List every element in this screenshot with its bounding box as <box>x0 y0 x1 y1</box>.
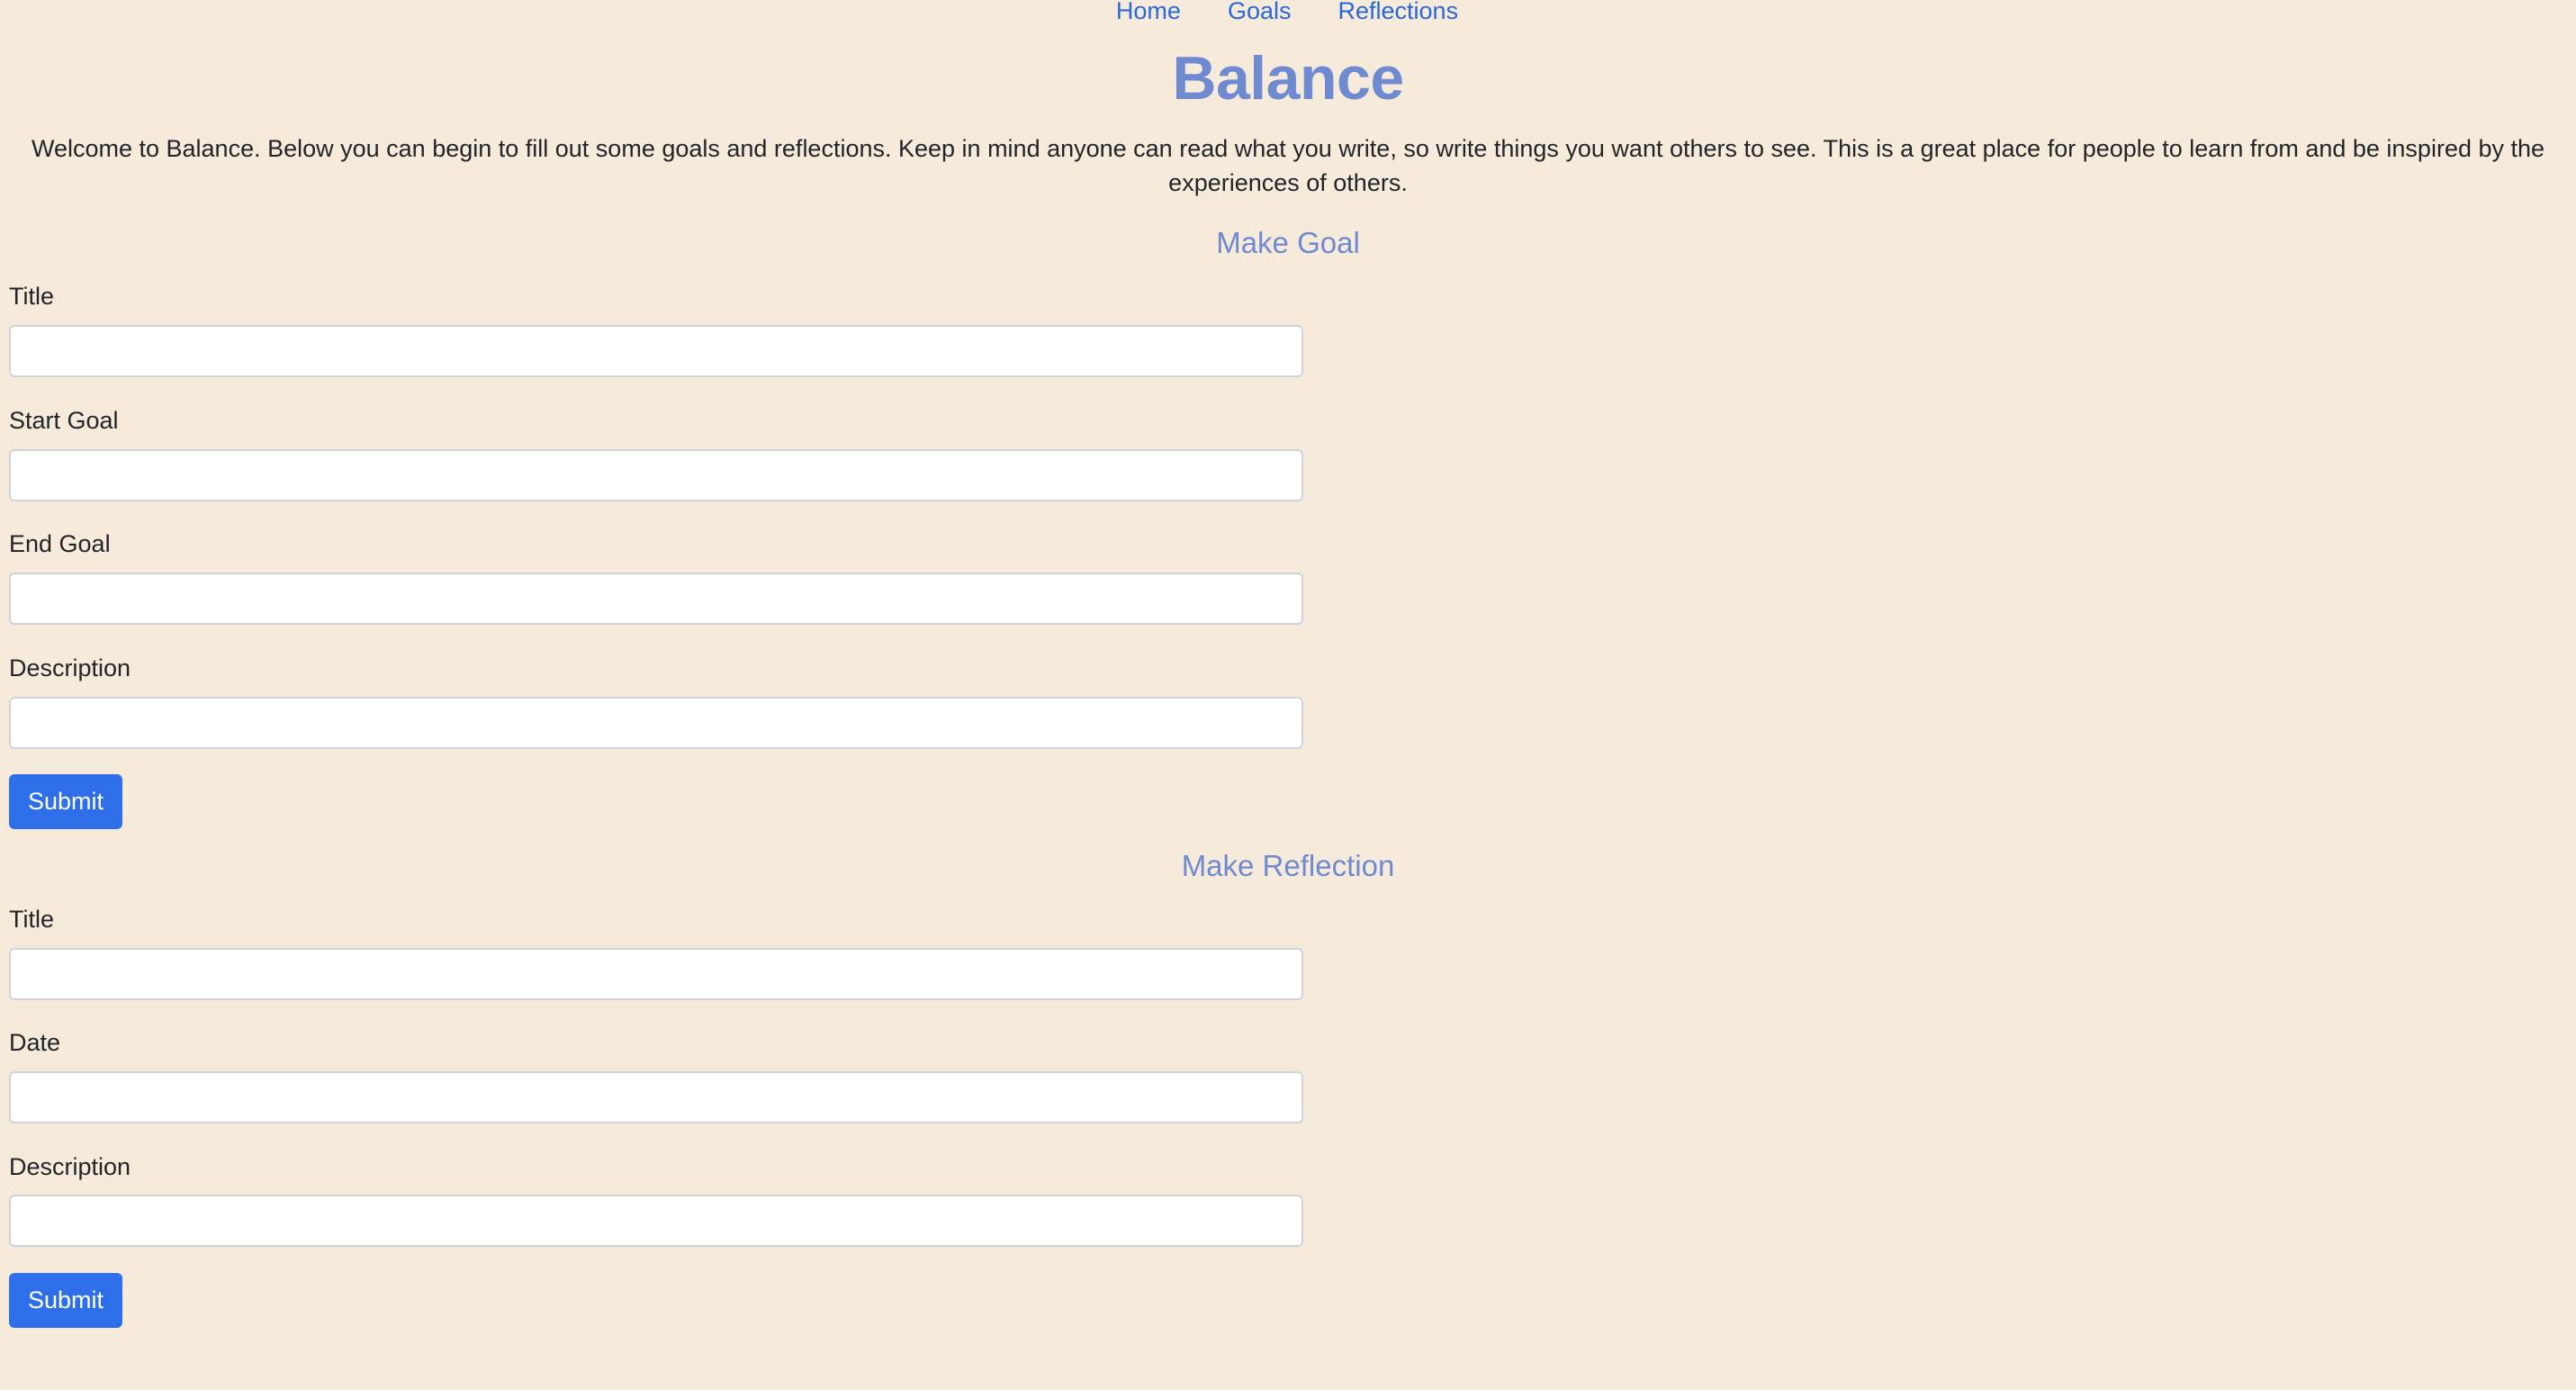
goal-title-label: Title <box>9 283 55 310</box>
reflection-date-input[interactable] <box>9 1071 1303 1124</box>
top-nav: Home Goals Reflections <box>0 0 2576 27</box>
goal-start-label: Start Goal <box>9 407 119 434</box>
reflection-submit-button[interactable]: Submit <box>9 1273 122 1328</box>
goal-form-heading: Make Goal <box>1216 226 1360 259</box>
goal-end-label: End Goal <box>9 530 111 557</box>
reflection-title-input[interactable] <box>9 948 1303 1000</box>
page-title: Balance <box>1172 44 1404 113</box>
reflection-description-input[interactable] <box>9 1195 1303 1247</box>
nav-link-reflections[interactable]: Reflections <box>1338 0 1459 23</box>
intro-text: Welcome to Balance. Below you can begin … <box>31 135 2545 196</box>
goal-title-input[interactable] <box>9 325 1303 377</box>
goal-description-input[interactable] <box>9 697 1303 749</box>
reflection-form-heading: Make Reflection <box>1181 849 1395 882</box>
goal-end-input[interactable] <box>9 573 1303 625</box>
reflection-description-label: Description <box>9 1153 131 1180</box>
nav-link-home[interactable]: Home <box>1116 0 1181 23</box>
nav-link-goals[interactable]: Goals <box>1228 0 1292 23</box>
goal-description-label: Description <box>9 654 131 681</box>
goal-start-input[interactable] <box>9 449 1303 501</box>
goal-submit-button[interactable]: Submit <box>9 774 122 829</box>
reflection-title-label: Title <box>9 906 55 933</box>
reflection-date-label: Date <box>9 1029 61 1056</box>
